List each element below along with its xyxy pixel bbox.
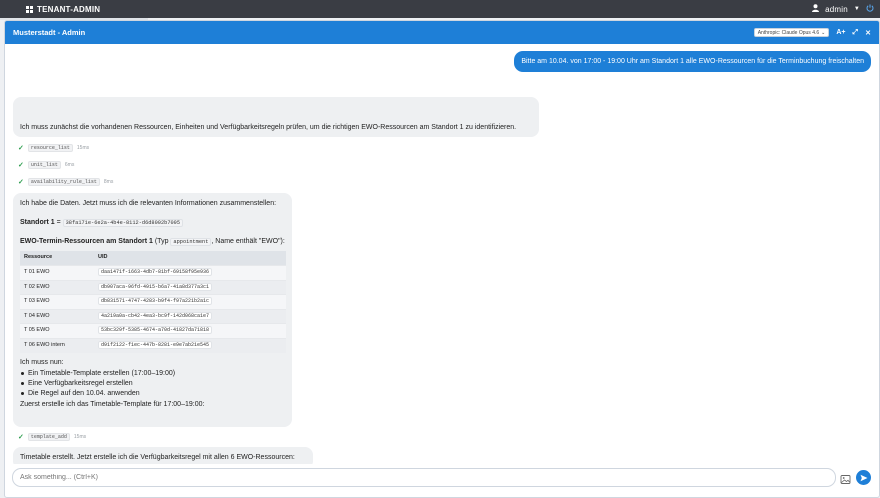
assistant-message: Timetable erstellt. Jetzt erstelle ich d… xyxy=(13,447,313,464)
check-icon: ✓ xyxy=(18,434,24,441)
tool-call[interactable]: ✓ availability_rule_list 8ms xyxy=(18,178,113,186)
tool-time: 8ms xyxy=(103,179,114,185)
table-row: T 06 EWO intern d91f2122-f1ec-447b-8281-e… xyxy=(20,337,286,353)
user-message: Bitte am 10.04. von 17:00 - 19:00 Uhr am… xyxy=(514,51,871,72)
user-icon xyxy=(812,4,820,14)
image-attach-icon[interactable] xyxy=(840,472,851,484)
check-icon: ✓ xyxy=(18,179,24,186)
model-name: Anthropic: Claude Opus 4.6 xyxy=(757,29,820,36)
resource-uid: d91f2122-f1ec-447b-8281-e9e7ab21e545 xyxy=(98,340,213,349)
tool-call[interactable]: ✓ template_add 15ms xyxy=(18,433,86,441)
check-icon: ✓ xyxy=(18,162,24,169)
list-item: Eine Verfügbarkeitsregel erstellen xyxy=(20,379,285,389)
table-row: T 03 EWO db831571-4747-4283-b9f4-f97a221b… xyxy=(20,294,286,310)
tool-time: 6ms xyxy=(64,162,75,168)
table-row: T 04 EWO 4a219a0a-cb42-4ea3-bc9f-142d068c… xyxy=(20,308,286,324)
type-code: appointment xyxy=(170,238,212,247)
standort-label: Standort 1 xyxy=(20,219,55,227)
table-row: T 01 EWO daa1471f-1663-4db7-81bf-69158f95… xyxy=(20,265,286,281)
chat-header: Musterstadt - Admin Anthropic: Claude Op… xyxy=(5,21,879,44)
resources-heading-text: , Name enthält "EWO"): xyxy=(211,238,285,246)
resource-name: T 05 EWO xyxy=(20,323,94,339)
chat-panel: Musterstadt - Admin Anthropic: Claude Op… xyxy=(4,20,880,498)
user-name[interactable]: admin xyxy=(825,5,848,14)
assistant-text: Ich muss zunächst die vorhandenen Ressou… xyxy=(20,124,517,131)
app-title: TENANT-ADMIN xyxy=(37,4,101,14)
list-item: Ein Timetable-Template erstellen (17:00–… xyxy=(20,369,285,379)
power-icon[interactable] xyxy=(866,4,874,14)
column-header: Ressource xyxy=(20,251,94,266)
assistant-text: Ich habe die Daten. Jetzt muss ich die r… xyxy=(20,200,277,207)
column-header: UID xyxy=(94,251,286,266)
tool-call[interactable]: ✓ resource_list 15ms xyxy=(18,144,89,152)
equals-sign: = xyxy=(54,219,63,227)
resource-uid: db907aca-96fd-4915-b6a7-41a8d377a3c1 xyxy=(98,282,213,291)
model-select[interactable]: Anthropic: Claude Opus 4.6 ⌄ xyxy=(753,28,830,37)
resource-uid: 53bc329f-5385-4674-a70d-41827da71818 xyxy=(98,326,213,335)
tool-time: 15ms xyxy=(73,434,87,440)
table-row: T 05 EWO 53bc329f-5385-4674-a70d-41827da7… xyxy=(20,323,286,339)
chat-input-container[interactable] xyxy=(12,468,836,487)
check-icon: ✓ xyxy=(18,145,24,152)
chat-title: Musterstadt - Admin xyxy=(13,28,86,37)
resource-uid: 4a219a0a-cb42-4ea3-bc9f-142d068ca1e7 xyxy=(98,311,213,320)
expand-icon[interactable]: ⤢ xyxy=(853,29,859,37)
chevron-down-icon: ⌄ xyxy=(821,29,826,36)
resources-heading-bold: EWO-Termin-Ressourcen am Standort 1 xyxy=(20,238,153,246)
tool-name: availability_rule_list xyxy=(27,178,100,186)
assistant-text: Timetable erstellt. Jetzt erstelle ich d… xyxy=(20,454,295,461)
resource-name: T 01 EWO xyxy=(20,265,94,281)
caret-down-icon[interactable]: ▼ xyxy=(854,6,860,12)
chat-input[interactable] xyxy=(20,474,835,481)
list-item: Die Regel auf den 10.04. anwenden xyxy=(20,389,285,399)
resource-uid: db831571-4747-4283-b9f4-f97a221b2a1c xyxy=(98,297,213,306)
top-bar: TENANT-ADMIN admin ▼ xyxy=(0,0,880,18)
tool-name: resource_list xyxy=(27,144,73,152)
tool-call[interactable]: ✓ unit_list 6ms xyxy=(18,161,74,169)
close-icon[interactable]: ✕ xyxy=(865,29,871,37)
assistant-text: Zuerst erstelle ich das Timetable-Templa… xyxy=(20,401,205,409)
resource-name: T 03 EWO xyxy=(20,294,94,310)
table-row: T 02 EWO db907aca-96fd-4915-b6a7-41a8d377… xyxy=(20,279,286,295)
standort-id: 38fa171e-6e2a-4b4e-8112-d6d8002b7095 xyxy=(62,219,184,228)
tool-name: unit_list xyxy=(27,161,61,169)
apps-grid-icon[interactable] xyxy=(26,5,33,13)
resource-name: T 04 EWO xyxy=(20,308,94,324)
font-size-button[interactable]: A+ xyxy=(836,29,845,36)
resources-table: Ressource UID T 01 EWO daa1471f-1663-4db7… xyxy=(20,251,286,353)
resources-heading-text: (Typ xyxy=(152,238,171,246)
send-button[interactable] xyxy=(856,470,871,485)
steps-list: Ein Timetable-Template erstellen (17:00–… xyxy=(20,369,285,399)
steps-intro: Ich muss nun: xyxy=(20,358,64,366)
standort-line: Standort 1 = 38fa171e-6e2a-4b4e-8112-d6d… xyxy=(20,218,285,228)
assistant-message: Ich muss zunächst die vorhandenen Ressou… xyxy=(13,97,539,137)
resources-heading: EWO-Termin-Ressourcen am Standort 1 (Typ… xyxy=(20,237,285,247)
resource-uid: daa1471f-1663-4db7-81bf-69158f95e936 xyxy=(98,268,213,277)
chat-log: Bitte am 10.04. von 17:00 - 19:00 Uhr am… xyxy=(5,44,879,464)
tool-time: 15ms xyxy=(76,145,90,151)
tool-name: template_add xyxy=(27,433,70,441)
send-icon xyxy=(860,474,867,481)
assistant-message: Ich habe die Daten. Jetzt muss ich die r… xyxy=(13,193,292,427)
resource-name: T 02 EWO xyxy=(20,279,94,295)
resource-name: T 06 EWO intern xyxy=(20,337,94,353)
